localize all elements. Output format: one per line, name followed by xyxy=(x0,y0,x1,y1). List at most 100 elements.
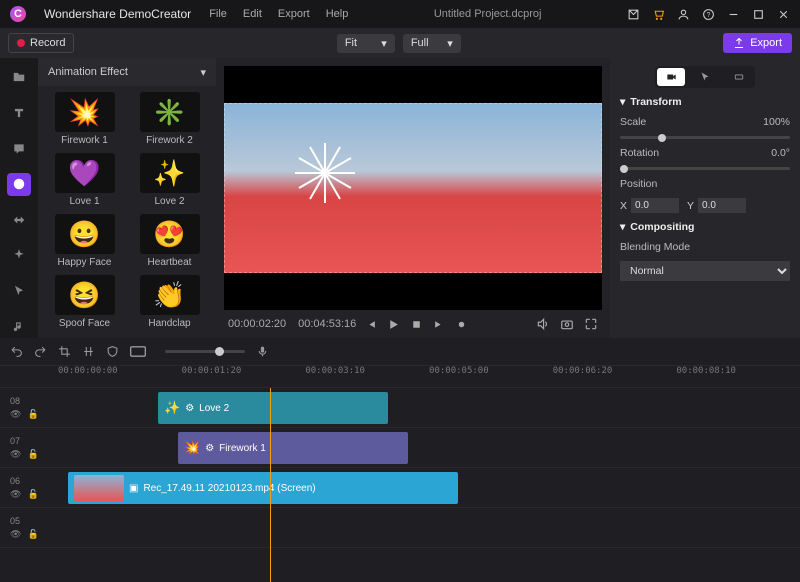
mail-icon[interactable] xyxy=(627,8,640,21)
asset-heartbeat[interactable]: 😍Heartbeat xyxy=(129,214,210,271)
scale-slider[interactable] xyxy=(620,136,790,139)
blend-label: Blending Mode xyxy=(620,241,790,253)
mic-icon[interactable] xyxy=(256,345,269,358)
asset-thumb: 😀 xyxy=(55,214,115,254)
clip-screen-recording[interactable]: ▣Rec_17.49.11 20210123.mp4 (Screen) xyxy=(68,472,458,504)
asset-love-2[interactable]: ✨Love 2 xyxy=(129,153,210,210)
asset-thumb: 💜 xyxy=(55,153,115,193)
sidebar-cursor[interactable] xyxy=(7,280,31,303)
menu-help[interactable]: Help xyxy=(326,8,349,20)
asset-love-1[interactable]: 💜Love 1 xyxy=(44,153,125,210)
asset-firework-2[interactable]: ✳️Firework 2 xyxy=(129,92,210,149)
assets-header[interactable]: Animation Effect ▾ xyxy=(38,58,216,86)
asset-handclap[interactable]: 👏Handclap xyxy=(129,275,210,332)
lock-icon[interactable]: 🔓 xyxy=(27,409,38,420)
export-button[interactable]: Export xyxy=(723,33,792,53)
main-area: Animation Effect ▾ 💥Firework 1 ✳️Firewor… xyxy=(0,58,800,338)
rotation-slider[interactable] xyxy=(620,167,790,170)
sidebar-transition[interactable] xyxy=(7,209,31,232)
shield-icon[interactable] xyxy=(106,345,119,358)
undo-icon[interactable] xyxy=(10,345,23,358)
clip-firework-1[interactable]: 💥⚙Firework 1 xyxy=(178,432,408,464)
transform-header[interactable]: ▾Transform xyxy=(620,96,790,108)
cart-icon[interactable] xyxy=(652,8,665,21)
timeline-tracks: 08👁🔓 ✨⚙Love 2 07👁🔓 💥⚙Firework 1 06👁🔓 ▣Re… xyxy=(0,388,800,582)
track-id: 06 xyxy=(10,476,58,486)
chevron-down-icon: ▾ xyxy=(620,221,625,233)
eye-icon[interactable]: 👁 xyxy=(10,489,21,500)
track-id: 07 xyxy=(10,436,58,446)
lock-icon[interactable]: 🔓 xyxy=(27,449,38,460)
fit-dropdown[interactable]: Fit▾ xyxy=(337,34,395,53)
lock-icon[interactable]: 🔓 xyxy=(27,529,38,540)
asset-label: Firework 2 xyxy=(146,135,193,146)
assets-title: Animation Effect xyxy=(48,66,128,78)
track-id: 05 xyxy=(10,516,58,526)
app-logo: C xyxy=(10,6,26,22)
full-dropdown[interactable]: Full▾ xyxy=(403,34,461,53)
sidebar-audio[interactable] xyxy=(7,315,31,338)
asset-thumb: 😍 xyxy=(140,214,200,254)
ruler-tick: 00:00:05:00 xyxy=(429,366,553,387)
crop-icon[interactable] xyxy=(58,345,71,358)
zoom-slider[interactable] xyxy=(165,350,245,353)
eye-icon[interactable]: 👁 xyxy=(10,409,21,420)
ruler-tick: 00:00:00:00 xyxy=(58,366,182,387)
time-total: 00:04:53:16 xyxy=(298,318,356,330)
eye-icon[interactable]: 👁 xyxy=(10,529,21,540)
position-y-input[interactable] xyxy=(698,198,746,213)
user-icon[interactable] xyxy=(677,8,690,21)
track-07: 07 👁 🔓 💥⚙Firework 1 xyxy=(0,428,800,468)
preview-panel: 00:00:02:20 00:04:53:16 xyxy=(216,58,610,338)
tab-audio[interactable] xyxy=(725,68,753,86)
position-x-input[interactable] xyxy=(631,198,679,213)
play-icon[interactable] xyxy=(387,318,400,331)
playhead[interactable] xyxy=(270,388,271,582)
help-icon[interactable]: ? xyxy=(702,8,715,21)
firework-overlay[interactable] xyxy=(294,143,354,203)
volume-icon[interactable] xyxy=(536,317,550,331)
sidebar-sticker[interactable] xyxy=(7,173,31,196)
sidebar-text[interactable] xyxy=(7,102,31,125)
asset-firework-1[interactable]: 💥Firework 1 xyxy=(44,92,125,149)
eye-icon[interactable]: 👁 xyxy=(10,449,21,460)
asset-label: Firework 1 xyxy=(61,135,108,146)
fullscreen-icon[interactable] xyxy=(584,317,598,331)
tab-video[interactable] xyxy=(657,68,685,86)
sidebar-annotation[interactable] xyxy=(7,137,31,160)
sidebar-media[interactable] xyxy=(7,66,31,89)
minimize-icon[interactable] xyxy=(727,8,740,21)
prev-icon[interactable] xyxy=(364,318,377,331)
ruler-tick: 00:00:03:10 xyxy=(305,366,429,387)
marker-icon[interactable] xyxy=(130,346,146,357)
preview-canvas[interactable] xyxy=(224,66,602,310)
timeline-ruler[interactable]: 00:00:00:00 00:00:01:20 00:00:03:10 00:0… xyxy=(0,366,800,388)
chevron-down-icon: ▾ xyxy=(447,37,453,50)
asset-happy-face[interactable]: 😀Happy Face xyxy=(44,214,125,271)
tab-cursor[interactable] xyxy=(691,68,719,86)
asset-spoof-face[interactable]: 😆Spoof Face xyxy=(44,275,125,332)
timeline: 00:00:00:00 00:00:01:20 00:00:03:10 00:0… xyxy=(0,338,800,582)
position-label: Position xyxy=(620,178,790,190)
menu-edit[interactable]: Edit xyxy=(243,8,262,20)
main-menu: File Edit Export Help xyxy=(209,8,348,20)
lock-icon[interactable]: 🔓 xyxy=(27,489,38,500)
record-button[interactable]: Record xyxy=(8,33,74,53)
maximize-icon[interactable] xyxy=(752,8,765,21)
split-icon[interactable] xyxy=(82,345,95,358)
chevron-down-icon: ▾ xyxy=(381,37,387,50)
titlebar: C Wondershare DemoCreator File Edit Expo… xyxy=(0,0,800,28)
menu-export[interactable]: Export xyxy=(278,8,310,20)
preview-frame xyxy=(224,103,602,273)
stop-icon[interactable] xyxy=(410,318,423,331)
sidebar-effects[interactable] xyxy=(7,244,31,267)
record-toggle-icon[interactable] xyxy=(456,319,467,330)
next-icon[interactable] xyxy=(433,318,446,331)
menu-file[interactable]: File xyxy=(209,8,227,20)
close-icon[interactable] xyxy=(777,8,790,21)
snapshot-icon[interactable] xyxy=(560,317,574,331)
blend-mode-select[interactable]: Normal xyxy=(620,261,790,281)
compositing-header[interactable]: ▾Compositing xyxy=(620,221,790,233)
redo-icon[interactable] xyxy=(34,345,47,358)
clip-love-2[interactable]: ✨⚙Love 2 xyxy=(158,392,388,424)
